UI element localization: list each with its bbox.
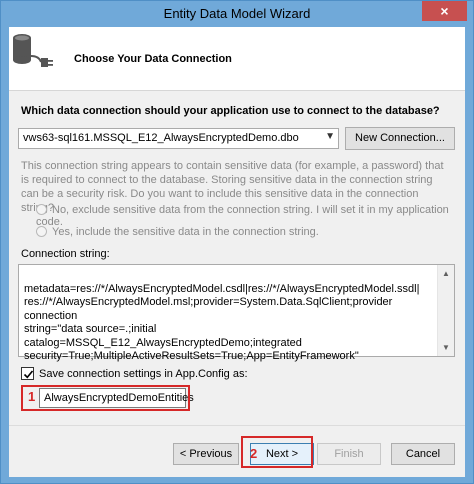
database-connection-icon xyxy=(13,34,53,67)
callout-number-1: 1 xyxy=(28,389,36,404)
radio-include-circle[interactable] xyxy=(36,226,47,237)
connection-string-scrollbar[interactable]: ▲ ▼ xyxy=(437,265,454,356)
checkmark-icon xyxy=(23,370,34,379)
cancel-button[interactable]: Cancel xyxy=(391,443,455,465)
callout-box-1 xyxy=(21,385,190,411)
connection-question: Which data connection should your applic… xyxy=(21,105,440,117)
wizard-body: Which data connection should your applic… xyxy=(9,90,465,477)
window-title: Entity Data Model Wizard xyxy=(163,6,311,21)
page-title: Choose Your Data Connection xyxy=(74,53,232,65)
radio-exclude-label: No, exclude sensitive data from the conn… xyxy=(36,204,449,228)
radio-include-label: Yes, include the sensitive data in the c… xyxy=(52,226,319,238)
close-icon: × xyxy=(440,3,449,19)
close-button[interactable]: × xyxy=(422,1,467,21)
radio-exclude-sensitive[interactable]: No, exclude sensitive data from the conn… xyxy=(36,204,465,228)
scroll-up-icon[interactable]: ▲ xyxy=(438,265,454,282)
save-settings-row[interactable]: Save connection settings in App.Config a… xyxy=(21,367,248,380)
chevron-down-icon[interactable]: ▼ xyxy=(325,131,335,142)
radio-exclude-circle[interactable] xyxy=(36,204,47,215)
connection-dropdown-value: vws63-sql161.MSSQL_E12_AlwaysEncryptedDe… xyxy=(23,132,299,144)
scroll-down-icon[interactable]: ▼ xyxy=(438,339,454,356)
save-settings-checkbox[interactable] xyxy=(21,367,34,380)
wizard-header: Choose Your Data Connection xyxy=(9,27,465,90)
finish-button[interactable]: Finish xyxy=(317,443,381,465)
connection-string-label: Connection string: xyxy=(21,248,110,260)
radio-include-sensitive[interactable]: Yes, include the sensitive data in the c… xyxy=(36,226,319,238)
title-bar[interactable]: Entity Data Model Wizard × xyxy=(1,1,473,27)
previous-button[interactable]: < Previous xyxy=(173,443,239,465)
connection-string-value: metadata=res://*/AlwaysEncryptedModel.cs… xyxy=(24,282,420,363)
save-settings-label: Save connection settings in App.Config a… xyxy=(39,368,248,380)
connection-dropdown[interactable]: vws63-sql161.MSSQL_E12_AlwaysEncryptedDe… xyxy=(18,128,339,149)
connection-string-text[interactable]: metadata=res://*/AlwaysEncryptedModel.cs… xyxy=(18,264,455,362)
footer-divider xyxy=(9,425,465,426)
wizard-window: Entity Data Model Wizard × Choose Your D… xyxy=(0,0,474,484)
callout-number-2: 2 xyxy=(250,446,258,461)
new-connection-button[interactable]: New Connection... xyxy=(345,127,455,150)
